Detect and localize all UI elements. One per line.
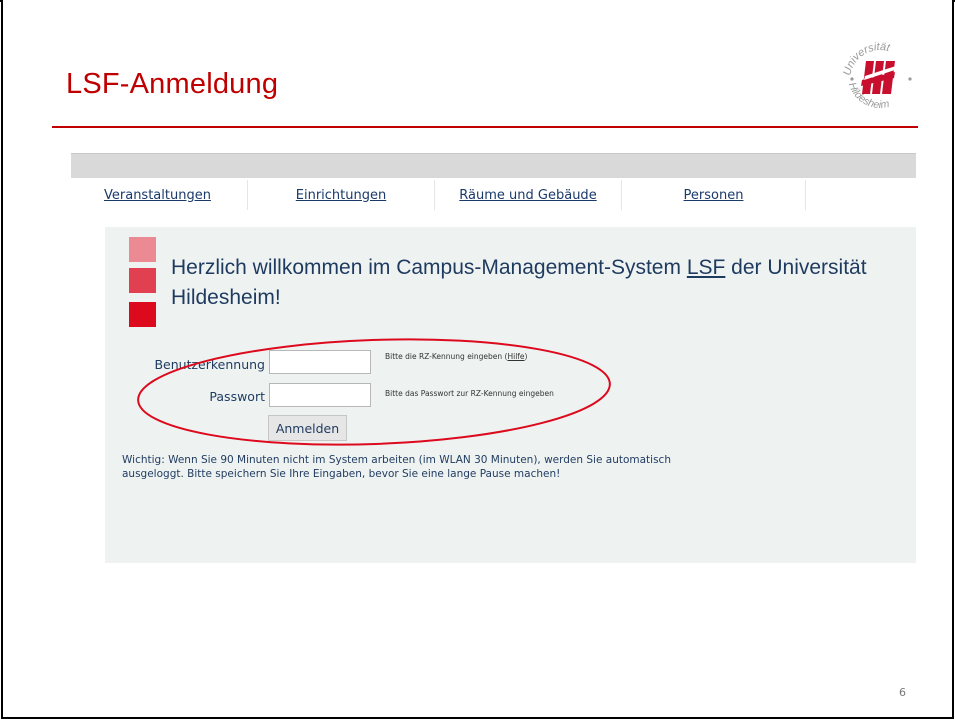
username-hint-suffix: ) (524, 352, 528, 361)
decor-square-light (129, 237, 156, 262)
login-submit-button[interactable]: Anmelden (268, 415, 347, 441)
username-hint-prefix: Bitte die RZ-Kennung eingeben ( (385, 352, 508, 361)
welcome-prefix: Herzlich willkommen im Campus-Management… (171, 256, 687, 279)
username-label: Benutzerkennung (154, 357, 265, 372)
password-hint: Bitte das Passwort zur RZ-Kennung eingeb… (385, 389, 554, 398)
nav-tab-einrichtungen[interactable]: Einrichtungen (248, 180, 435, 210)
decor-square-dark (129, 302, 156, 327)
username-input[interactable] (269, 350, 371, 374)
nav-tab-personen[interactable]: Personen (622, 180, 806, 210)
welcome-heading: Herzlich willkommen im Campus-Management… (171, 253, 891, 313)
university-logo: Universität Hildesheim (841, 41, 912, 111)
logo-mark (861, 61, 896, 94)
decor-square-mid (129, 268, 156, 293)
lsf-link[interactable]: LSF (687, 256, 726, 279)
page-number: 6 (899, 686, 906, 699)
title-underline-rule (52, 126, 918, 128)
help-link[interactable]: Hilfe (507, 352, 524, 361)
session-timeout-notice: Wichtig: Wenn Sie 90 Minuten nicht im Sy… (122, 454, 671, 480)
main-navigation: Veranstaltungen Einrichtungen Räume und … (71, 180, 916, 210)
logo-dot-left (850, 77, 854, 81)
nav-tab-raeume-und-gebaeude[interactable]: Räume und Gebäude (435, 180, 622, 210)
logo-dot-right (908, 77, 912, 81)
nav-tab-veranstaltungen[interactable]: Veranstaltungen (71, 180, 248, 210)
password-input[interactable] (269, 383, 371, 407)
header-gray-bar (71, 153, 916, 178)
username-hint: Bitte die RZ-Kennung eingeben (Hilfe) (385, 352, 527, 361)
slide-title: LSF-Anmeldung (66, 68, 279, 100)
password-label: Passwort (209, 389, 265, 404)
